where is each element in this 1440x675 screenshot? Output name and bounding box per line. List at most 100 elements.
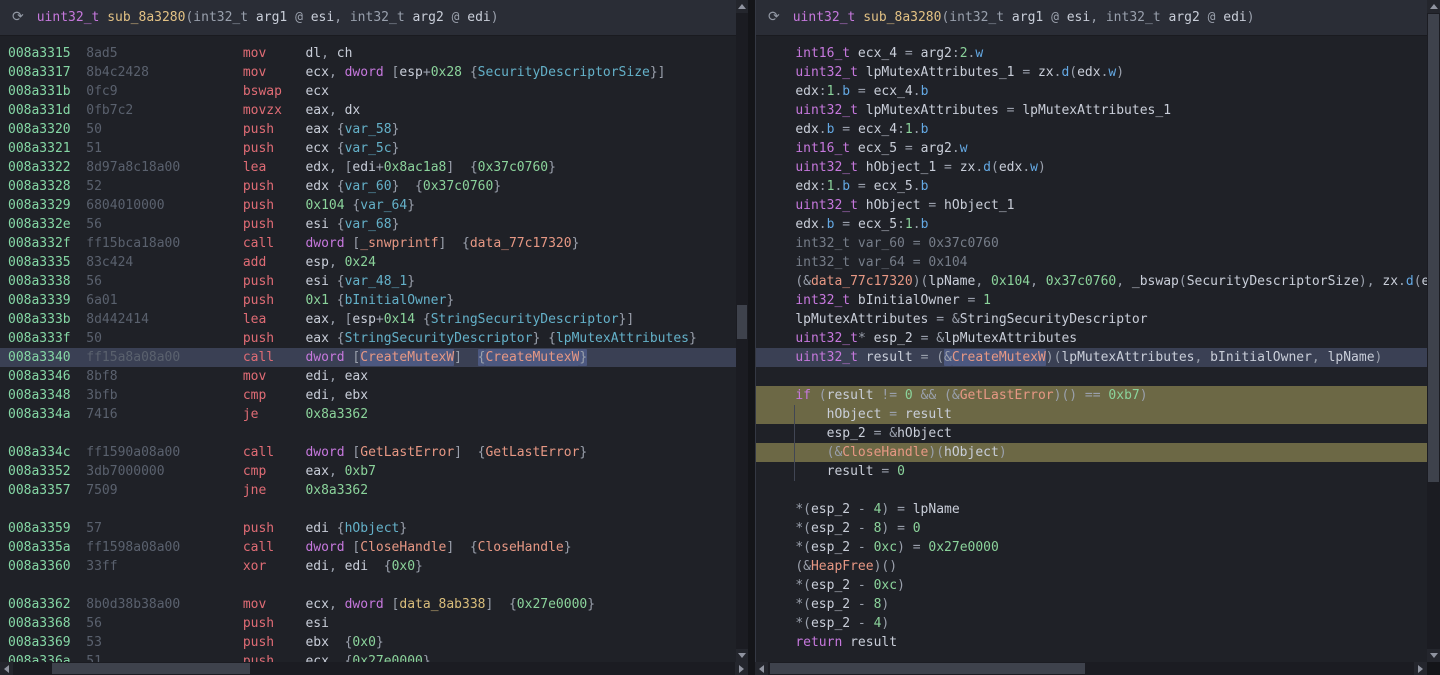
disasm-line[interactable]: 008a333b 8d442414 lea eax, [esp+0x14 {St… (0, 310, 736, 329)
code-token: int16_t (795, 46, 850, 61)
hlil-line[interactable]: uint32_t hObject_1 = zx.d(edx.w) (756, 158, 1428, 177)
scroll-right-button[interactable] (735, 662, 748, 675)
left-horizontal-scrollbar[interactable] (0, 662, 748, 675)
disasm-line[interactable]: 008a3321 51 push ecx {var_5c} (0, 139, 736, 158)
scroll-up-button[interactable] (1427, 0, 1440, 13)
hlil-line[interactable]: *(esp_2 - 0xc) = 0x27e0000 (756, 538, 1428, 557)
code-token: var_58 (345, 122, 392, 137)
disasm-line[interactable]: 008a333f 50 push eax {StringSecurityDesc… (0, 329, 736, 348)
scroll-down-button[interactable] (736, 649, 748, 662)
disasm-line[interactable]: 008a3346 8bf8 mov edi, eax (0, 367, 736, 386)
disasm-line[interactable]: 008a3338 56 push esi {var_48_1} (0, 272, 736, 291)
hlil-line[interactable]: *(esp_2 - 0xc) (756, 576, 1428, 595)
disasm-line[interactable]: 008a3335 83c424 add esp, 0x24 (0, 253, 736, 272)
code-token: ( (1414, 274, 1422, 289)
right-vscroll-thumb[interactable] (1428, 14, 1439, 482)
disasm-line[interactable]: 008a332f ff15bca18a00 call dword [_snwpr… (0, 234, 736, 253)
hlil-line[interactable]: lpMutexAttributes = &StringSecurityDescr… (756, 310, 1428, 329)
disasm-line[interactable]: 008a3322 8d97a8c18a00 lea edx, [edi+0x8a… (0, 158, 736, 177)
pane-splitter[interactable] (748, 0, 755, 675)
hlil-line[interactable]: uint32_t hObject = hObject_1 (756, 196, 1428, 215)
disasm-line[interactable]: 008a3362 8b0d38b38a00 mov ecx, dword [da… (0, 595, 736, 614)
hlil-line[interactable]: result = 0 (756, 462, 1428, 481)
left-vertical-scrollbar[interactable] (736, 0, 748, 662)
hlil-line[interactable]: *(esp_2 - 4) (756, 614, 1428, 633)
code-token: ff1590a08a00 (86, 445, 243, 460)
disasm-line[interactable]: 008a3360 33ff xor edi, edi {0x0} (0, 557, 736, 576)
disasm-line[interactable]: 008a336a 51 push ecx {0x27e0000} (0, 652, 736, 662)
hlil-line[interactable]: esp_2 = &hObject (756, 424, 1428, 443)
hlil-line[interactable]: edx:1.b = ecx_5.b (756, 177, 1428, 196)
disasm-line[interactable]: 008a3368 56 push esi (0, 614, 736, 633)
hlil-line[interactable]: int32_t bInitialOwner = 1 (756, 291, 1428, 310)
disasm-line[interactable]: 008a334c ff1590a08a00 call dword [GetLas… (0, 443, 736, 462)
scroll-down-button[interactable] (1427, 649, 1440, 662)
hlil-line[interactable]: uint32_t* esp_2 = &lpMutexAttributes (756, 329, 1428, 348)
scroll-left-button[interactable] (755, 662, 768, 675)
hlil-line[interactable] (756, 367, 1428, 386)
hlil-line[interactable] (756, 481, 1428, 500)
right-hscroll-thumb[interactable] (770, 663, 1085, 674)
hlil-line[interactable]: int32_t var_60 = 0x37c0760 (756, 234, 1428, 253)
hlil-line[interactable]: edx:1.b = ecx_4.b (756, 82, 1428, 101)
disasm-line[interactable] (0, 424, 736, 443)
scroll-up-button[interactable] (736, 0, 748, 13)
hlil-line[interactable]: (&CloseHandle)(hObject) (756, 443, 1428, 462)
code-token: ] (454, 350, 477, 365)
disasm-line[interactable]: 008a3340 ff15a8a08a00 call dword [Create… (0, 348, 736, 367)
hlil-line[interactable]: edx.b = ecx_4:1.b (756, 120, 1428, 139)
hlil-line[interactable]: if (result != 0 && (&GetLastError)() == … (756, 386, 1428, 405)
code-token: ecx (305, 597, 328, 612)
hlil-line[interactable]: (&data_77c17320)(lpName, 0x104, 0x37c076… (756, 272, 1428, 291)
disasm-line[interactable]: 008a3348 3bfb cmp edi, ebx (0, 386, 736, 405)
disasm-line[interactable]: 008a335a ff1598a08a00 call dword [CloseH… (0, 538, 736, 557)
disasm-line[interactable]: 008a3352 3db7000000 cmp eax, 0xb7 (0, 462, 736, 481)
code-token: . (913, 122, 921, 137)
hlil-line[interactable]: int32_t var_64 = 0x104 (756, 253, 1428, 272)
code-token: , (329, 255, 345, 270)
disasm-line[interactable]: 008a3339 6a01 push 0x1 {bInitialOwner} (0, 291, 736, 310)
disasm-line[interactable]: 008a332e 56 push esi {var_68} (0, 215, 736, 234)
scroll-right-button[interactable] (1414, 662, 1427, 675)
code-token (764, 65, 795, 80)
code-token: *( (795, 502, 811, 517)
code-token: 2 (960, 46, 968, 61)
hlil-line[interactable]: uint32_t result = (&CreateMutexW)(lpMute… (756, 348, 1428, 367)
disasm-line[interactable]: 008a331d 0fb7c2 movzx eax, dx (0, 101, 736, 120)
code-token: arg2 (921, 46, 952, 61)
left-hscroll-thumb[interactable] (52, 663, 250, 674)
hlil-line[interactable]: (&HeapFree)() (756, 557, 1428, 576)
disasm-line[interactable]: 008a331b 0fc9 bswap ecx (0, 82, 736, 101)
disasm-line[interactable]: 008a3315 8ad5 mov dl, ch (0, 44, 736, 63)
code-token: { (329, 654, 352, 662)
hlil-line[interactable]: *(esp_2 - 8) (756, 595, 1428, 614)
code-token: ecx (305, 65, 328, 80)
code-token (764, 293, 795, 308)
hlil-line[interactable]: uint32_t lpMutexAttributes_1 = zx.d(edx.… (756, 63, 1428, 82)
disasm-line[interactable]: 008a3328 52 push edx {var_60} {0x37c0760… (0, 177, 736, 196)
disasm-line[interactable]: 008a3369 53 push ebx {0x0} (0, 633, 736, 652)
disasm-line[interactable]: 008a3329 6804010000 push 0x104 {var_64} (0, 196, 736, 215)
hlil-line[interactable]: hObject = result (756, 405, 1428, 424)
disasm-line[interactable]: 008a3317 8b4c2428 mov ecx, dword [esp+0x… (0, 63, 736, 82)
right-vertical-scrollbar[interactable] (1427, 0, 1440, 662)
disasm-line[interactable] (0, 500, 736, 519)
hlil-line[interactable]: *(esp_2 - 8) = 0 (756, 519, 1428, 538)
code-token: ( (811, 388, 827, 403)
disasm-line[interactable]: 008a3320 50 push eax {var_58} (0, 120, 736, 139)
hlil-line[interactable]: int16_t ecx_5 = arg2.w (756, 139, 1428, 158)
hlil-line[interactable]: uint32_t lpMutexAttributes = lpMutexAttr… (756, 101, 1428, 120)
code-token: 008a333b (8, 312, 86, 327)
hlil-line[interactable]: return result (756, 633, 1428, 652)
scroll-left-button[interactable] (0, 662, 13, 675)
hlil-line[interactable]: edx.b = ecx_5:1.b (756, 215, 1428, 234)
disasm-line[interactable]: 008a3357 7509 jne 0x8a3362 (0, 481, 736, 500)
left-vscroll-thumb[interactable] (737, 305, 747, 339)
hlil-line[interactable]: *(esp_2 - 4) = lpName (756, 500, 1428, 519)
disasm-line[interactable]: 008a3359 57 push edi {hObject} (0, 519, 736, 538)
right-horizontal-scrollbar[interactable] (755, 662, 1427, 675)
hlil-line[interactable]: int16_t ecx_4 = arg2:2.w (756, 44, 1428, 63)
code-token: 008a3352 (8, 464, 86, 479)
disasm-line[interactable] (0, 576, 736, 595)
disasm-line[interactable]: 008a334a 7416 je 0x8a3362 (0, 405, 736, 424)
